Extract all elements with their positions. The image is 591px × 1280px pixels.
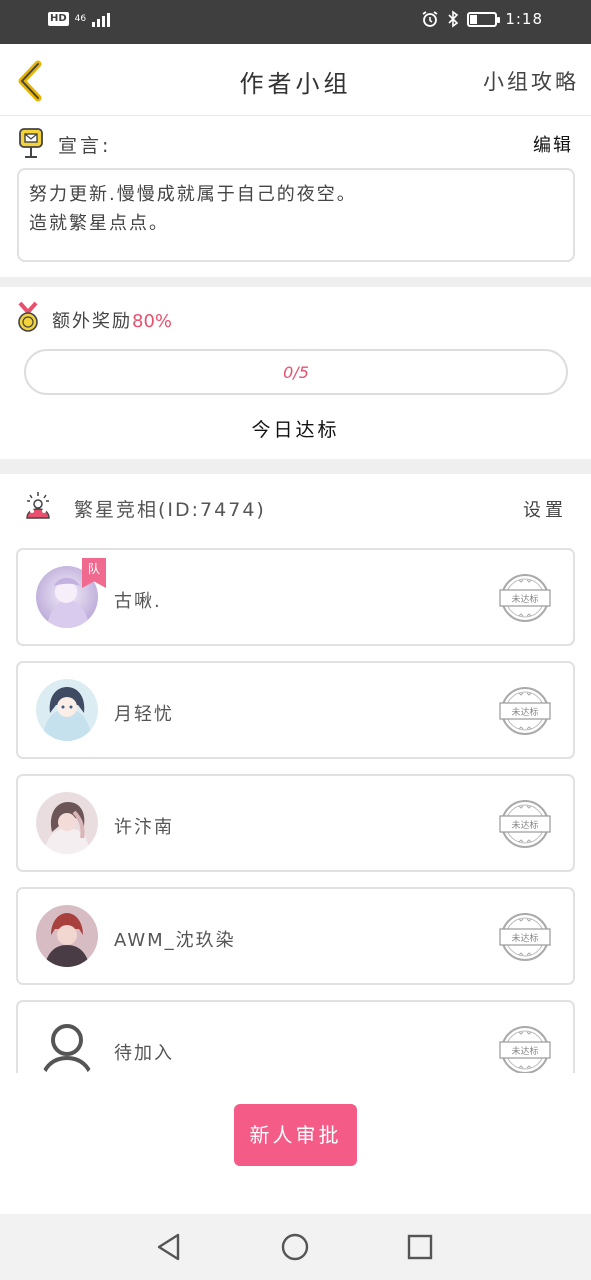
status-right: 1:18 (421, 10, 543, 28)
member-name: AWM_沈玖染 (114, 930, 236, 951)
clock: 1:18 (505, 10, 543, 28)
placeholder-user-icon (36, 1018, 98, 1073)
not-reached-stamp: 未达标 (499, 800, 551, 848)
member-name: 月轻忧 (114, 704, 174, 725)
stamp-text: 未达标 (511, 706, 538, 718)
reward-section: 额外奖励80% 0/5 今日达标 (0, 287, 591, 459)
member-name: 许汴南 (114, 817, 174, 838)
stamp-text: 未达标 (511, 819, 538, 831)
new-member-approval-button[interactable]: 新人审批 (234, 1104, 357, 1166)
reward-percent: 80% (132, 311, 173, 332)
recents-square-icon[interactable] (403, 1230, 437, 1264)
member-card[interactable]: 月轻忧 未达标 (16, 661, 575, 759)
network-type: 46 (74, 13, 87, 24)
reward-label: 额外奖励80% (52, 307, 172, 333)
member-name: 待加入 (114, 1043, 174, 1064)
system-nav-bar (0, 1214, 591, 1280)
stamp-text: 未达标 (511, 932, 538, 944)
back-triangle-icon[interactable] (152, 1230, 186, 1264)
group-header: 繁星竞相(ID:7474) 设置 (0, 474, 591, 540)
today-target-label: 今日达标 (251, 419, 340, 441)
daily-progress-bar: 0/5 (24, 349, 568, 395)
status-left: HD 46 (48, 11, 111, 27)
avatar (36, 905, 98, 967)
section-divider (0, 459, 591, 474)
hd-badge: HD (48, 12, 69, 26)
member-card[interactable]: AWM_沈玖染 未达标 (16, 887, 575, 985)
crowd-icon (26, 492, 50, 519)
manifesto-label: 宣言: (58, 135, 112, 157)
not-reached-stamp: 未达标 (499, 574, 551, 622)
manifesto-line-1: 努力更新.慢慢成就属于自己的夜空。 (29, 184, 357, 205)
home-circle-icon[interactable] (278, 1230, 312, 1264)
member-card[interactable]: 待加入 未达标 (16, 1000, 575, 1073)
bluetooth-icon (448, 10, 459, 28)
avatar (36, 679, 98, 741)
mailbox-icon (19, 128, 43, 158)
medal-icon (18, 301, 38, 332)
group-name: 繁星竞相(ID:7474) (74, 499, 266, 521)
app-header: 作者小组 小组攻略 (0, 44, 591, 116)
alarm-icon (422, 11, 438, 27)
signal-icon (92, 11, 111, 27)
not-reached-stamp: 未达标 (499, 913, 551, 961)
group-guide-link[interactable]: 小组攻略 (483, 66, 579, 96)
stamp-text: 未达标 (511, 1045, 538, 1057)
not-reached-stamp: 未达标 (499, 687, 551, 735)
manifesto-text: 努力更新.慢慢成就属于自己的夜空。 造就繁星点点。 (17, 168, 575, 262)
avatar (36, 792, 98, 854)
network-label: 46 (74, 13, 87, 24)
edit-button[interactable]: 编辑 (533, 131, 573, 157)
progress-text: 0/5 (283, 363, 309, 382)
member-name: 古啾. (114, 591, 162, 612)
member-card[interactable]: 队 古啾. 未达标 (16, 548, 575, 646)
battery-icon (467, 11, 501, 27)
not-reached-stamp: 未达标 (499, 1026, 551, 1073)
manifesto-section: 宣言: 编辑 努力更新.慢慢成就属于自己的夜空。 造就繁星点点。 (0, 117, 591, 277)
member-list: 队 古啾. 未达标 月轻忧 未达标 许汴南 未达标 AWM_沈玖染 未达标 待加… (0, 540, 591, 1073)
stamp-text: 未达标 (511, 593, 538, 605)
manifesto-line-2: 造就繁星点点。 (29, 213, 169, 234)
status-bar: HD 46 1:18 (0, 0, 591, 44)
section-divider (0, 277, 591, 287)
settings-button[interactable]: 设置 (523, 496, 567, 522)
reward-label-text: 额外奖励 (52, 311, 132, 332)
member-card[interactable]: 许汴南 未达标 (16, 774, 575, 872)
